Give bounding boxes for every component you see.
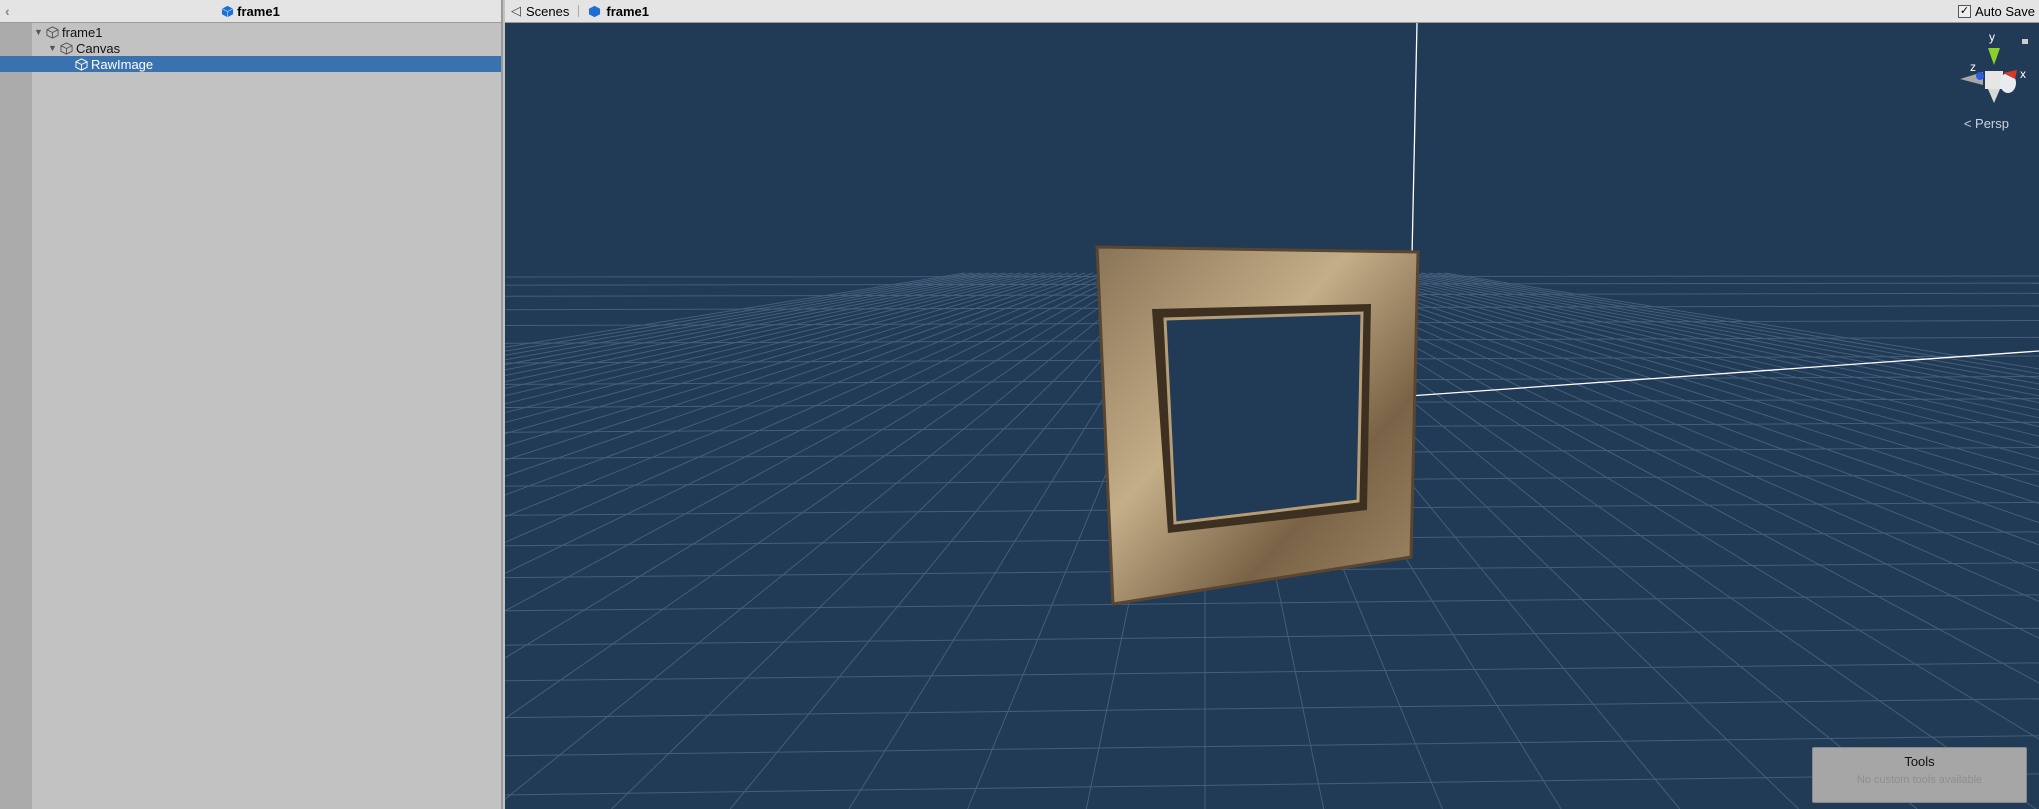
grid-line [1324,272,2039,504]
projection-toggle[interactable]: < Persp [1964,116,2009,131]
expand-arrow-icon[interactable]: ▼ [48,43,60,53]
tools-title: Tools [1904,754,1935,769]
tree-item-rawimage[interactable]: RawImage [0,56,501,72]
grid-line [505,272,1142,659]
projection-label: Persp [1975,116,2009,131]
grid-line [1348,272,2039,460]
breadcrumb-frame1[interactable]: frame1 [606,4,649,19]
hierarchy-gutter [0,23,32,809]
gizmo-x-label: x [2020,67,2026,81]
grid-line [1356,272,2039,448]
prefab-cube-icon [221,5,234,17]
tree-item-label: frame1 [62,24,103,40]
gizmo-z-label: z [1970,60,1976,74]
tree-item-canvas[interactable]: ▼ Canvas [32,40,501,56]
prefab-cube-icon [589,5,601,17]
grid-line [505,272,1126,574]
tools-message: No custom tools available [1856,774,1983,786]
scenes-icon: ◁ [511,3,521,18]
tree-item-label: Canvas [76,40,121,56]
gameobject-cube-icon [75,57,88,71]
tree-item-frame1[interactable]: ▼ frame1 [32,24,501,40]
grid-line [1420,272,2039,385]
tools-overlay: Tools No custom tools available [1812,747,2027,803]
breadcrumb-scenes[interactable]: Scenes [526,4,569,19]
auto-save-label: Auto Save [1975,4,2035,19]
grid-line [505,627,2039,646]
grid-line [505,272,1078,447]
back-icon[interactable]: ‹ [5,3,10,19]
grid-line [1308,272,2039,546]
hierarchy-panel: ‹ frame1 ▼ frame1 ▼ Canvas RawImage [0,0,503,809]
grid-line [505,735,2039,757]
grid-line [505,272,1086,461]
checkbox-checked-icon[interactable]: ✓ [1958,5,1971,18]
grid-line [1340,272,2039,473]
breadcrumb-divider [578,5,580,17]
grid-line [505,272,1046,405]
auto-save-toggle[interactable]: ✓ Auto Save [1958,4,2035,19]
grid-line [505,272,1150,719]
grid-line [505,272,1158,800]
gameobject-cube-icon [60,41,73,55]
tree-item-label: RawImage [91,56,154,72]
gizmo-y-label: y [1989,30,1995,44]
grid-line [505,272,966,348]
hierarchy-title: frame1 [237,3,280,19]
lock-icon[interactable] [2022,39,2028,44]
hierarchy-header: ‹ frame1 [0,0,501,23]
grid-line [505,272,998,366]
grid-line [505,272,1094,477]
grid-line [1364,272,2039,437]
gameobject-cube-icon [46,25,59,39]
grid-line [505,773,2039,796]
grid-line [505,662,2039,682]
scene-header: ◁ Scenes frame1 ✓ Auto Save [505,0,2039,23]
grid-line [505,272,1022,383]
scene-viewport[interactable]: y x z [505,23,2039,809]
expand-arrow-icon[interactable]: ▼ [34,27,46,37]
grid-line [505,594,2039,612]
grid-line [505,698,2039,719]
picture-frame-object[interactable] [1095,245,1420,606]
grid-line [1372,272,2039,428]
scene-view[interactable]: ◁ Scenes frame1 ✓ Auto Save y x z < Pers… [505,0,2039,809]
orientation-gizmo[interactable]: y x z [1960,30,2028,103]
